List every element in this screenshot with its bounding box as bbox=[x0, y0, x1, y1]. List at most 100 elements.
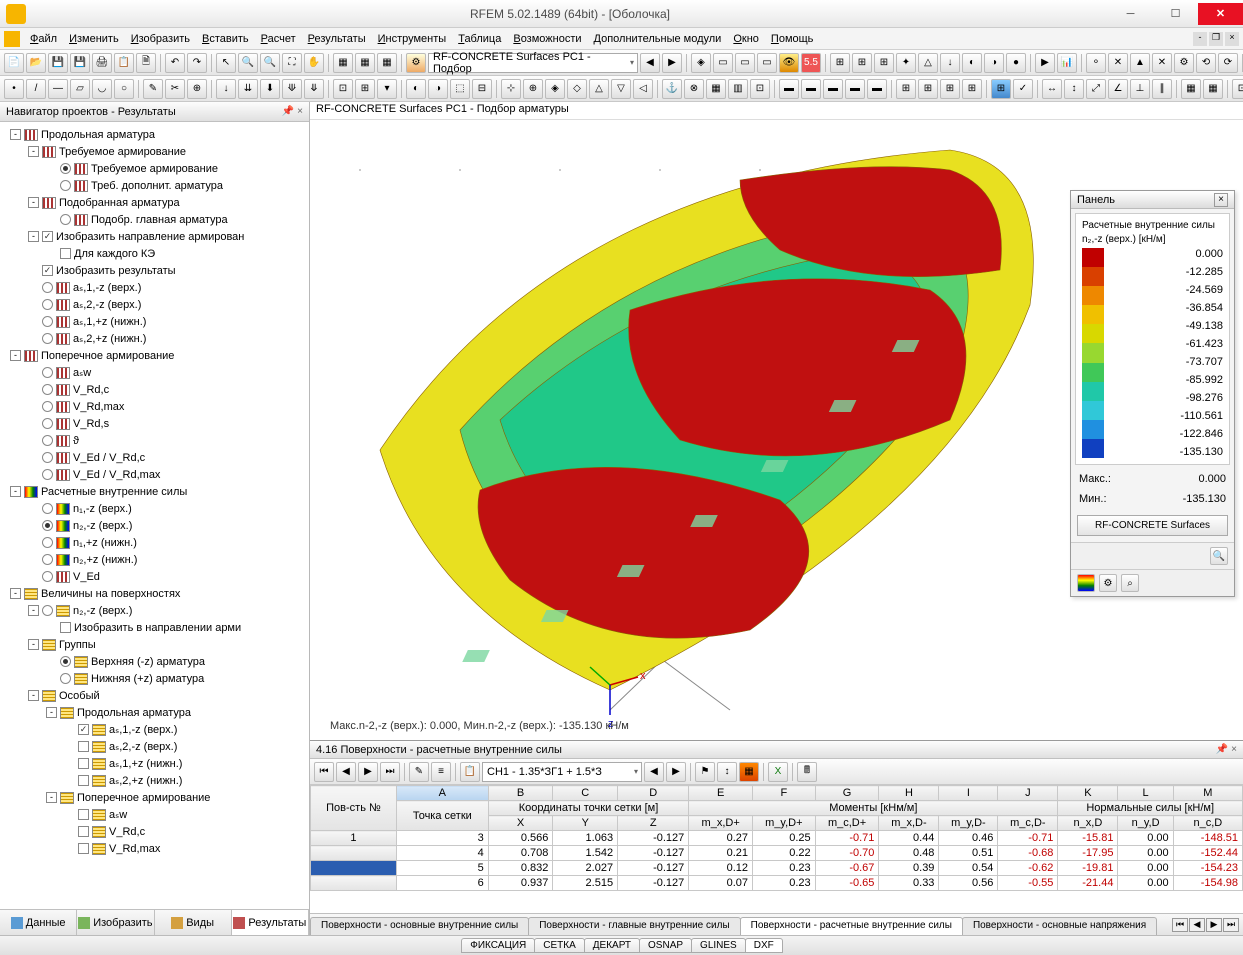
misc-c-icon[interactable]: ▦ bbox=[706, 79, 726, 99]
zoom-window-icon[interactable]: 🔍 bbox=[260, 53, 280, 73]
tbl-calc-icon[interactable]: 🖩 bbox=[797, 762, 817, 782]
navigator-tree[interactable]: -Продольная арматура-Требуемое армирован… bbox=[0, 122, 309, 909]
menu-Помощь[interactable]: Помощь bbox=[765, 31, 820, 47]
res2-icon[interactable]: ▬ bbox=[801, 79, 821, 99]
render3-icon[interactable]: ● bbox=[1006, 53, 1026, 73]
misc4-icon[interactable]: ✕ bbox=[1152, 53, 1172, 73]
misc-e-icon[interactable]: ⊡ bbox=[750, 79, 770, 99]
tree-node[interactable]: V_Rd,c bbox=[2, 823, 307, 840]
node-icon[interactable]: • bbox=[4, 79, 24, 99]
dim2-icon[interactable]: ↕ bbox=[1064, 79, 1084, 99]
tree-node[interactable]: -n₂,-z (верх.) bbox=[2, 602, 307, 619]
table-combo[interactable]: CH1 - 1.35*ЗГ1 + 1.5*З bbox=[482, 762, 642, 782]
tree-node[interactable]: aₛ,2,+z (нижн.) bbox=[2, 772, 307, 789]
tree-node[interactable]: Изобразить в направлении арми bbox=[2, 619, 307, 636]
tree-node[interactable]: Для каждого КЭ bbox=[2, 245, 307, 262]
zoom-icon[interactable]: 🔍 bbox=[238, 53, 258, 73]
snap6-icon[interactable]: ▽ bbox=[611, 79, 631, 99]
dropdown1-icon[interactable]: ▾ bbox=[377, 79, 397, 99]
tree-node[interactable]: -Изобразить направление армирован bbox=[2, 228, 307, 245]
tab-nav-icon[interactable]: ▶ bbox=[1206, 918, 1222, 932]
status-toggle-DXF[interactable]: DXF bbox=[745, 938, 783, 953]
menu-Файл[interactable]: Файл bbox=[24, 31, 63, 47]
tree-node[interactable]: n₂,-z (верх.) bbox=[2, 517, 307, 534]
minimize-button[interactable]: ─ bbox=[1108, 3, 1153, 25]
dim5-icon[interactable]: ⊥ bbox=[1130, 79, 1150, 99]
tree-node[interactable]: Нижняя (+z) арматура bbox=[2, 670, 307, 687]
new-icon[interactable]: 📄 bbox=[4, 53, 24, 73]
render2-icon[interactable]: ◑ bbox=[984, 53, 1004, 73]
res8-icon[interactable]: ⊞ bbox=[940, 79, 960, 99]
misc2-icon[interactable]: ✕ bbox=[1108, 53, 1128, 73]
panel-legend-icon[interactable] bbox=[1077, 574, 1095, 592]
load3-icon[interactable]: ⬇ bbox=[260, 79, 280, 99]
res3-icon[interactable]: ▬ bbox=[823, 79, 843, 99]
dim1-icon[interactable]: ↔ bbox=[1042, 79, 1062, 99]
status-toggle-СЕТКА[interactable]: СЕТКА bbox=[534, 938, 585, 953]
tbl-prev-icon[interactable]: ◀ bbox=[336, 762, 356, 782]
misc-b-icon[interactable]: ⊗ bbox=[684, 79, 704, 99]
menu-Возможности[interactable]: Возможности bbox=[507, 31, 587, 47]
tab-nav-icon[interactable]: ⏭ bbox=[1223, 918, 1239, 932]
tree-node[interactable]: -Требуемое армирование bbox=[2, 143, 307, 160]
load5-icon[interactable]: ⤋ bbox=[304, 79, 324, 99]
panel-filter-icon[interactable]: ⌕ bbox=[1121, 574, 1139, 592]
end1-icon[interactable]: ⊡ bbox=[1232, 79, 1243, 99]
misc3-icon[interactable]: ▲ bbox=[1130, 53, 1150, 73]
tab-nav-icon[interactable]: ⏮ bbox=[1172, 918, 1188, 932]
tree-node[interactable]: -Группы bbox=[2, 636, 307, 653]
redo-icon[interactable]: ↷ bbox=[187, 53, 207, 73]
panel-module-button[interactable]: RF-CONCRETE Surfaces bbox=[1077, 515, 1228, 536]
view-y-icon[interactable]: ▭ bbox=[735, 53, 755, 73]
close-button[interactable]: ✕ bbox=[1198, 3, 1243, 25]
results-on-icon[interactable]: 📊 bbox=[1057, 53, 1077, 73]
mdi-close-icon[interactable]: × bbox=[1225, 32, 1239, 46]
tree-node[interactable]: -Продольная арматура bbox=[2, 126, 307, 143]
edit1-icon[interactable]: ✎ bbox=[143, 79, 163, 99]
loads-icon[interactable]: ↓ bbox=[940, 53, 960, 73]
menu-Результаты[interactable]: Результаты bbox=[302, 31, 372, 47]
tab-results[interactable]: Результаты bbox=[232, 910, 309, 935]
tree-node[interactable]: Верхняя (-z) арматура bbox=[2, 653, 307, 670]
print-icon[interactable]: 🖨 bbox=[92, 53, 112, 73]
misc-d-icon[interactable]: ▥ bbox=[728, 79, 748, 99]
tab-display[interactable]: Изобразить bbox=[77, 910, 154, 935]
res4-icon[interactable]: ▬ bbox=[845, 79, 865, 99]
menu-Изменить[interactable]: Изменить bbox=[63, 31, 125, 47]
tree-node[interactable]: aₛ,1,-z (верх.) bbox=[2, 721, 307, 738]
tool4-icon[interactable]: ◑ bbox=[428, 79, 448, 99]
tree-node[interactable]: -Продольная арматура bbox=[2, 704, 307, 721]
data-grid[interactable]: Пов-сть №ABCDEFGHIJKLMТочка сеткиКоордин… bbox=[310, 785, 1243, 891]
edit2-icon[interactable]: ✂ bbox=[165, 79, 185, 99]
tbl-next-lc-icon[interactable]: ▶ bbox=[666, 762, 686, 782]
sect-icon[interactable]: ▦ bbox=[1181, 79, 1201, 99]
table-pin-icon[interactable]: 📌 × bbox=[1216, 744, 1237, 755]
tree-node[interactable]: n₁,-z (верх.) bbox=[2, 500, 307, 517]
res1-icon[interactable]: ▬ bbox=[779, 79, 799, 99]
menu-Вставить[interactable]: Вставить bbox=[196, 31, 255, 47]
tree-node[interactable]: n₁,+z (нижн.) bbox=[2, 534, 307, 551]
misc6-icon[interactable]: ⟲ bbox=[1196, 53, 1216, 73]
misc1-icon[interactable]: ⚬ bbox=[1086, 53, 1106, 73]
render1-icon[interactable]: ◐ bbox=[962, 53, 982, 73]
grid2-icon[interactable]: ⊞ bbox=[852, 53, 872, 73]
tree-node[interactable]: ϑ bbox=[2, 432, 307, 449]
load4-icon[interactable]: ⟱ bbox=[282, 79, 302, 99]
snap3-icon[interactable]: ◈ bbox=[545, 79, 565, 99]
dim3-icon[interactable]: ⤢ bbox=[1086, 79, 1106, 99]
tree-node[interactable]: Изобразить результаты bbox=[2, 262, 307, 279]
tree-node[interactable]: aₛ,2,+z (нижн.) bbox=[2, 330, 307, 347]
panel-titlebar[interactable]: Панель × bbox=[1071, 191, 1234, 209]
tree-node[interactable]: Подобр. главная арматура bbox=[2, 211, 307, 228]
zoom-extents-icon[interactable]: ⛶ bbox=[282, 53, 302, 73]
tool2-icon[interactable]: ⊞ bbox=[355, 79, 375, 99]
status-toggle-ФИКСАЦИЯ[interactable]: ФИКСАЦИЯ bbox=[461, 938, 535, 953]
snap7-icon[interactable]: ◁ bbox=[633, 79, 653, 99]
view-z-icon[interactable]: ▭ bbox=[757, 53, 777, 73]
tree-node[interactable]: V_Rd,c bbox=[2, 381, 307, 398]
maximize-button[interactable]: ☐ bbox=[1153, 3, 1198, 25]
mdi-restore-icon[interactable]: ❐ bbox=[1209, 32, 1223, 46]
misc5-icon[interactable]: ⚙ bbox=[1174, 53, 1194, 73]
tab-views[interactable]: Виды bbox=[155, 910, 232, 935]
tree-node[interactable]: Требуемое армирование bbox=[2, 160, 307, 177]
